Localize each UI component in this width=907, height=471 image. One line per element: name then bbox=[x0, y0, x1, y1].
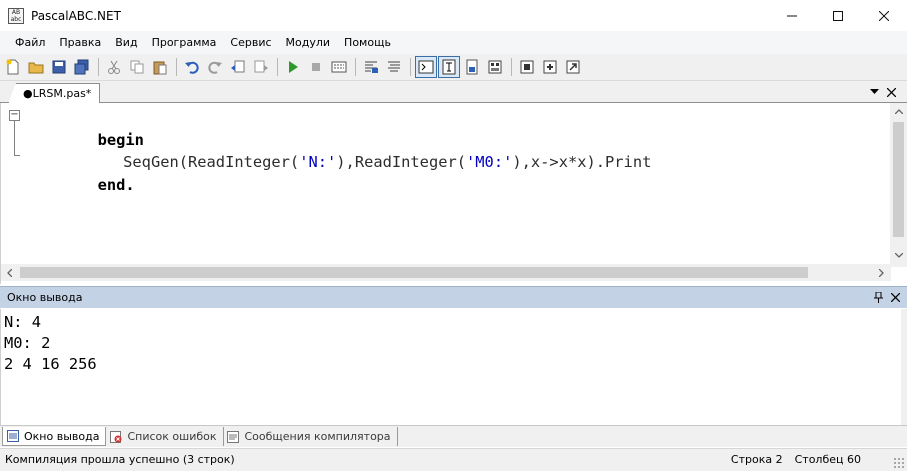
uncomment-icon[interactable] bbox=[383, 56, 405, 78]
string-literal: 'M0:' bbox=[466, 153, 513, 171]
output-panel-header: Окно вывода bbox=[0, 286, 907, 308]
console-icon[interactable] bbox=[415, 56, 437, 78]
code-segment: ),ReadInteger( bbox=[336, 153, 467, 171]
code-line-2: SeqGen(ReadInteger('N:'),ReadInteger('M0… bbox=[49, 129, 651, 171]
comment-icon[interactable] bbox=[360, 56, 382, 78]
menu-bar: Файл Правка Вид Программа Сервис Модули … bbox=[0, 31, 907, 54]
row-indicator: Строка 2 bbox=[731, 453, 783, 466]
menu-program[interactable]: Программа bbox=[145, 31, 224, 54]
toolbar-separator bbox=[511, 58, 512, 76]
close-icon[interactable] bbox=[883, 83, 899, 101]
title-bar: AB abc PascalABC.NET bbox=[0, 0, 907, 31]
redo-icon[interactable] bbox=[204, 56, 226, 78]
open-folder-icon[interactable] bbox=[25, 56, 47, 78]
menu-service[interactable]: Сервис bbox=[223, 31, 278, 54]
status-bar: Компиляция прошла успешно (3 строк) Стро… bbox=[0, 448, 907, 471]
step-out-icon[interactable] bbox=[562, 56, 584, 78]
stop-icon[interactable] bbox=[305, 56, 327, 78]
paste-icon[interactable] bbox=[149, 56, 171, 78]
pin-icon[interactable] bbox=[870, 289, 886, 306]
cut-icon[interactable] bbox=[103, 56, 125, 78]
resize-grip-icon[interactable] bbox=[893, 457, 905, 469]
maximize-icon[interactable] bbox=[815, 0, 861, 31]
error-list-icon bbox=[109, 430, 122, 443]
copy-icon[interactable] bbox=[126, 56, 148, 78]
split-icon[interactable] bbox=[461, 56, 483, 78]
output-line: 2 4 16 256 bbox=[4, 355, 97, 373]
step-over-icon[interactable] bbox=[539, 56, 561, 78]
window-title: PascalABC.NET bbox=[31, 8, 121, 23]
col-label: Столбец bbox=[794, 453, 844, 466]
minimize-icon[interactable] bbox=[769, 0, 815, 31]
editor-vertical-scrollbar[interactable] bbox=[890, 103, 907, 267]
scroll-thumb[interactable] bbox=[893, 122, 904, 237]
code-line-1: begin bbox=[42, 107, 144, 149]
menu-modules[interactable]: Модули bbox=[279, 31, 338, 54]
tab-lrsm-pas[interactable]: ●LRSM.pas* bbox=[8, 83, 101, 104]
nav-back-icon[interactable] bbox=[227, 56, 249, 78]
close-icon[interactable] bbox=[861, 0, 907, 31]
new-file-icon[interactable] bbox=[2, 56, 24, 78]
scroll-left-icon[interactable] bbox=[1, 264, 18, 281]
tab-output-window[interactable]: Окно вывода bbox=[2, 427, 107, 446]
compile-icon[interactable] bbox=[328, 56, 350, 78]
toolbar-separator bbox=[277, 58, 278, 76]
save-all-icon[interactable] bbox=[71, 56, 93, 78]
output-window-icon bbox=[6, 430, 19, 443]
output-panel-title: Окно вывода bbox=[7, 291, 83, 304]
code-segment: ),x->x*x).Print bbox=[512, 153, 652, 171]
menu-help[interactable]: Помощь bbox=[337, 31, 398, 54]
scroll-right-icon[interactable] bbox=[873, 264, 890, 281]
toolbar bbox=[0, 54, 907, 81]
nav-forward-icon[interactable] bbox=[250, 56, 272, 78]
code-dot: . bbox=[125, 176, 135, 194]
code-line-3: end. bbox=[42, 152, 135, 194]
menu-edit[interactable]: Правка bbox=[52, 31, 108, 54]
text-mode-icon[interactable] bbox=[438, 56, 460, 78]
toolbar-separator bbox=[410, 58, 411, 76]
step-icon[interactable] bbox=[516, 56, 538, 78]
run-icon[interactable] bbox=[282, 56, 304, 78]
app-icon: AB abc bbox=[8, 7, 24, 24]
window-controls bbox=[769, 0, 907, 31]
string-literal: 'N:' bbox=[299, 153, 337, 171]
bottom-tab-strip: Окно вывода Список ошибок Сообщения комп… bbox=[0, 425, 907, 447]
col-value: 60 bbox=[847, 453, 861, 466]
scroll-thumb[interactable] bbox=[20, 267, 808, 278]
tab-error-list[interactable]: Список ошибок bbox=[106, 427, 224, 446]
status-message: Компиляция прошла успешно (3 строк) bbox=[5, 453, 235, 466]
toolbar-separator bbox=[176, 58, 177, 76]
document-tab-strip: ●LRSM.pas* bbox=[0, 81, 907, 104]
tab-label: Сообщения компилятора bbox=[244, 430, 391, 443]
col-indicator: Столбец 60 bbox=[795, 453, 861, 466]
output-line: M0: 2 bbox=[4, 334, 51, 352]
scroll-up-icon[interactable] bbox=[890, 103, 907, 120]
row-label: Строка bbox=[730, 453, 773, 466]
output-line: N: 4 bbox=[4, 313, 42, 331]
form-icon[interactable] bbox=[484, 56, 506, 78]
keyword-end: end bbox=[97, 176, 126, 194]
tab-compiler-messages[interactable]: Сообщения компилятора bbox=[224, 427, 398, 446]
scroll-down-icon[interactable] bbox=[890, 247, 907, 264]
toolbar-separator bbox=[355, 58, 356, 76]
editor-horizontal-scrollbar[interactable] bbox=[1, 264, 891, 281]
code-area[interactable]: begin SeqGen(ReadInteger('N:'),ReadInteg… bbox=[19, 107, 887, 264]
save-icon[interactable] bbox=[48, 56, 70, 78]
undo-icon[interactable] bbox=[181, 56, 203, 78]
close-icon[interactable] bbox=[887, 289, 903, 306]
fold-guide bbox=[14, 121, 15, 155]
row-value: 2 bbox=[775, 453, 783, 466]
toolbar-separator bbox=[98, 58, 99, 76]
output-scrollbar[interactable] bbox=[901, 309, 907, 425]
code-editor[interactable]: − begin SeqGen(ReadInteger('N:'),ReadInt… bbox=[0, 103, 907, 284]
compiler-messages-icon bbox=[227, 430, 240, 443]
menu-file[interactable]: Файл bbox=[8, 31, 52, 54]
cursor-position: Строка 2 Столбец 60 bbox=[731, 453, 861, 466]
output-window[interactable]: N: 4 M0: 2 2 4 16 256 bbox=[0, 309, 907, 425]
chevron-down-icon[interactable] bbox=[866, 83, 882, 101]
tab-label: Список ошибок bbox=[127, 430, 217, 443]
tab-label: Окно вывода bbox=[24, 429, 100, 443]
menu-view[interactable]: Вид bbox=[108, 31, 144, 54]
